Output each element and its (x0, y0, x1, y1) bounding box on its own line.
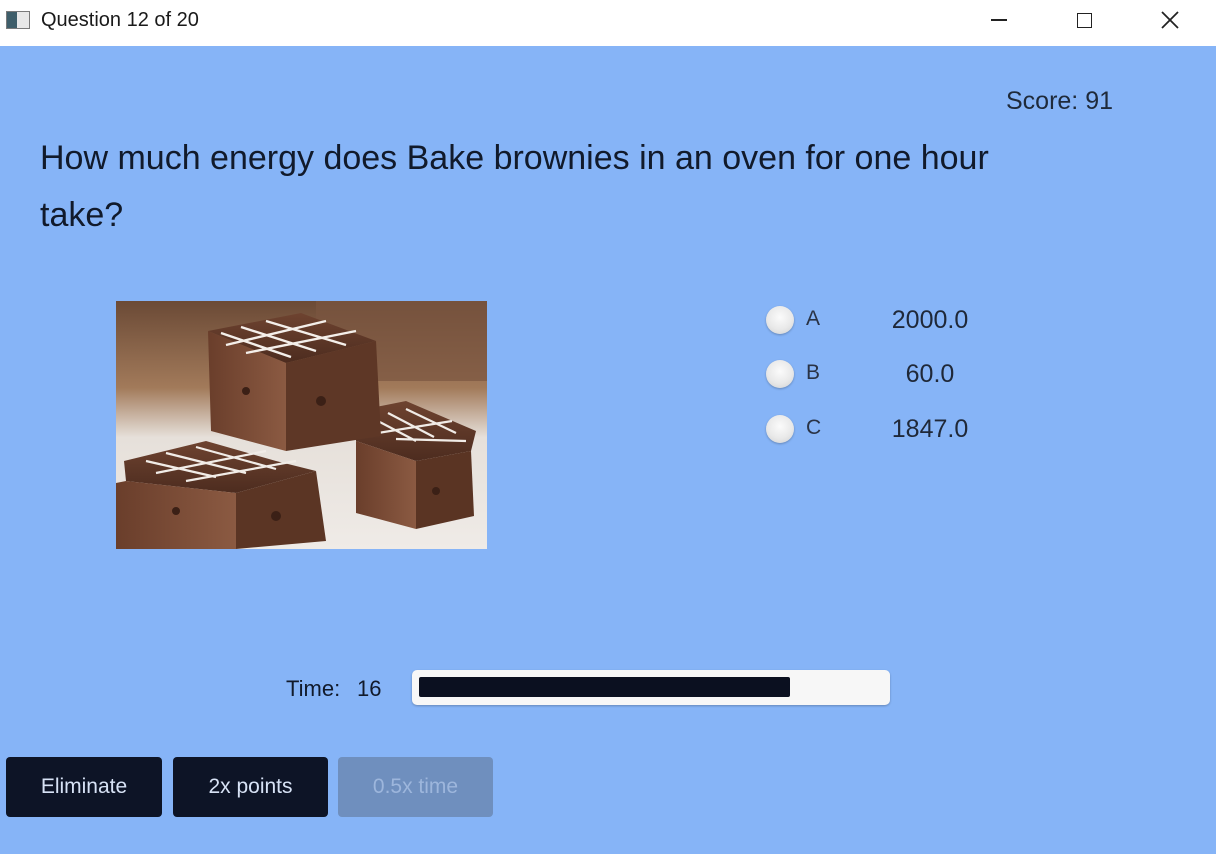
timer-progress-bar (412, 670, 890, 705)
eliminate-button[interactable]: Eliminate (6, 757, 162, 817)
minimize-button[interactable] (955, 0, 1043, 40)
answer-value: 60.0 (905, 360, 955, 388)
score-label: Score: 91 (1006, 87, 1114, 115)
answer-value: 2000.0 (891, 306, 969, 334)
title-bar: Question 12 of 20 (0, 0, 1216, 46)
question-text: How much energy does Bake brownies in an… (40, 139, 989, 234)
answer-option-a[interactable]: A 2000.0 (766, 305, 996, 337)
radio-button-b[interactable] (766, 360, 794, 388)
app-icon (6, 11, 30, 29)
time-label: Time: (286, 676, 341, 701)
brownies-photo (116, 301, 487, 549)
minimize-icon (991, 19, 1007, 21)
radio-button-c[interactable] (766, 415, 794, 443)
half-time-button: 0.5x time (338, 757, 493, 817)
answer-option-b[interactable]: B 60.0 (766, 359, 996, 391)
answer-option-c[interactable]: C 1847.0 (766, 414, 996, 446)
close-button[interactable] (1126, 0, 1214, 40)
maximize-button[interactable] (1040, 0, 1128, 40)
quiz-window: Question 12 of 20 Score: 91 How much ene… (0, 0, 1222, 854)
radio-button-a[interactable] (766, 306, 794, 334)
window-title: Question 12 of 20 (41, 9, 199, 31)
answer-letter: C (806, 416, 822, 439)
time-value: 16 (357, 676, 382, 701)
maximize-icon (1076, 12, 1092, 28)
answer-letter: B (806, 361, 821, 384)
close-icon (1161, 11, 1179, 29)
double-points-button[interactable]: 2x points (173, 757, 328, 817)
answer-value: 1847.0 (891, 415, 969, 443)
answer-letter: A (806, 307, 821, 330)
timer-progress-fill (419, 677, 790, 697)
